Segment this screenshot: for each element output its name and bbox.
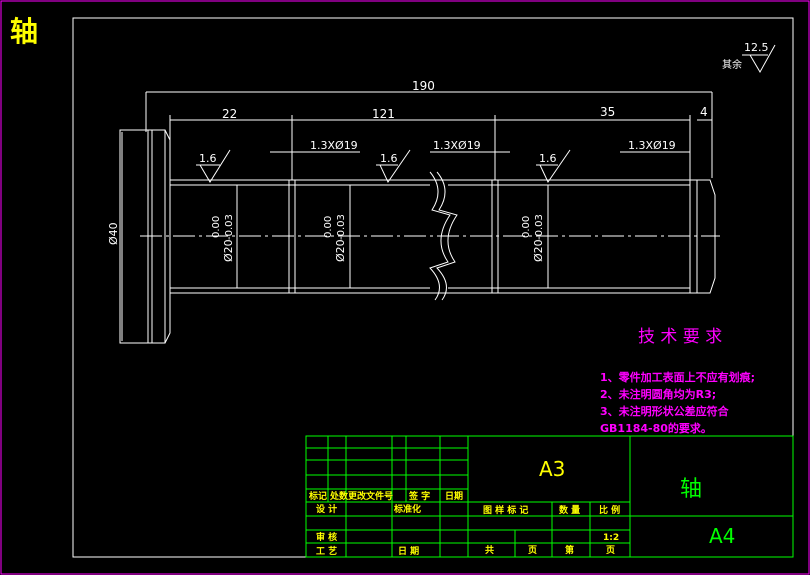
tb-sheet-size: A4 [709,524,735,548]
tb-part-name: 轴 [680,477,702,502]
tech-requirement-3: 3、未注明形状公差应符合 [600,404,730,418]
tol-upper-3: 0.00 [521,216,532,238]
tb-quantity: 数 量 [559,504,580,516]
drawing-canvas: 190 22 121 35 4 1.3XØ19 1.3XØ19 1.3XØ19 … [0,0,810,575]
tb-total: 共 [485,544,494,556]
tb-change-doc: 更改文件号 [348,490,393,502]
dim-dia-shaft3: Ø20 [532,239,545,262]
tb-ratio: 比 例 [599,504,620,516]
tech-requirement-4: GB1184-80的要求。 [600,421,712,435]
roughness-symbols [196,44,776,184]
tb-process: 工 艺 [316,545,337,557]
dim-dia-shaft2: Ø20 [334,239,347,262]
tech-requirements-title: 技 术 要 求 [638,327,722,347]
dim-seg2: 121 [372,107,395,121]
tb-sign: 签 字 [408,490,430,502]
dim-overall: 190 [412,79,435,93]
tb-count: 处数 [329,490,349,502]
dim-dia-shaft1: Ø20 [222,239,235,262]
tb-mark: 标记 [308,490,327,502]
tb-nth: 第 [565,544,574,556]
tb-standardize: 标准化 [393,503,421,515]
tb-date2: 日 期 [398,545,419,557]
tb-review: 审 核 [316,531,337,543]
dim-dia-head: Ø40 [107,222,120,245]
tech-requirement-1: 1、零件加工表面上不应有划痕; [600,370,755,384]
dim-seg3: 35 [600,105,615,119]
tol-upper-2: 0.00 [323,216,334,238]
dim-seg1: 22 [222,107,237,121]
roughness-value-3: 1.6 [539,152,557,165]
tb-page2: 页 [606,545,615,556]
roughness-rest-label: 其余 [722,58,742,71]
tol-lower-2: -0.03 [336,214,347,240]
roughness-value-2: 1.6 [380,152,398,165]
dim-seg4: 4 [700,105,708,119]
tol-upper-1: 0.00 [211,216,222,238]
dim-groove3: 1.3XØ19 [628,139,676,152]
dim-groove2: 1.3XØ19 [433,139,481,152]
tb-stage-mark: 图 样 标 记 [483,504,528,516]
tb-design: 设 计 [316,503,337,515]
roughness-rest-value: 12.5 [744,41,769,54]
roughness-value-1: 1.6 [199,152,217,165]
tb-material: A3 [539,457,565,481]
tb-page1: 页 [528,545,537,556]
tol-lower-1: -0.03 [224,214,235,240]
dim-groove1: 1.3XØ19 [310,139,358,152]
tb-scale-value: 1:2 [603,533,619,543]
tol-lower-3: -0.03 [534,214,545,240]
tech-requirements: 技 术 要 求 1、零件加工表面上不应有划痕; 2、未注明圆角均为R3; 3、未… [600,327,755,435]
tech-requirement-2: 2、未注明圆角均为R3; [600,387,716,401]
tb-date: 日期 [445,490,463,502]
